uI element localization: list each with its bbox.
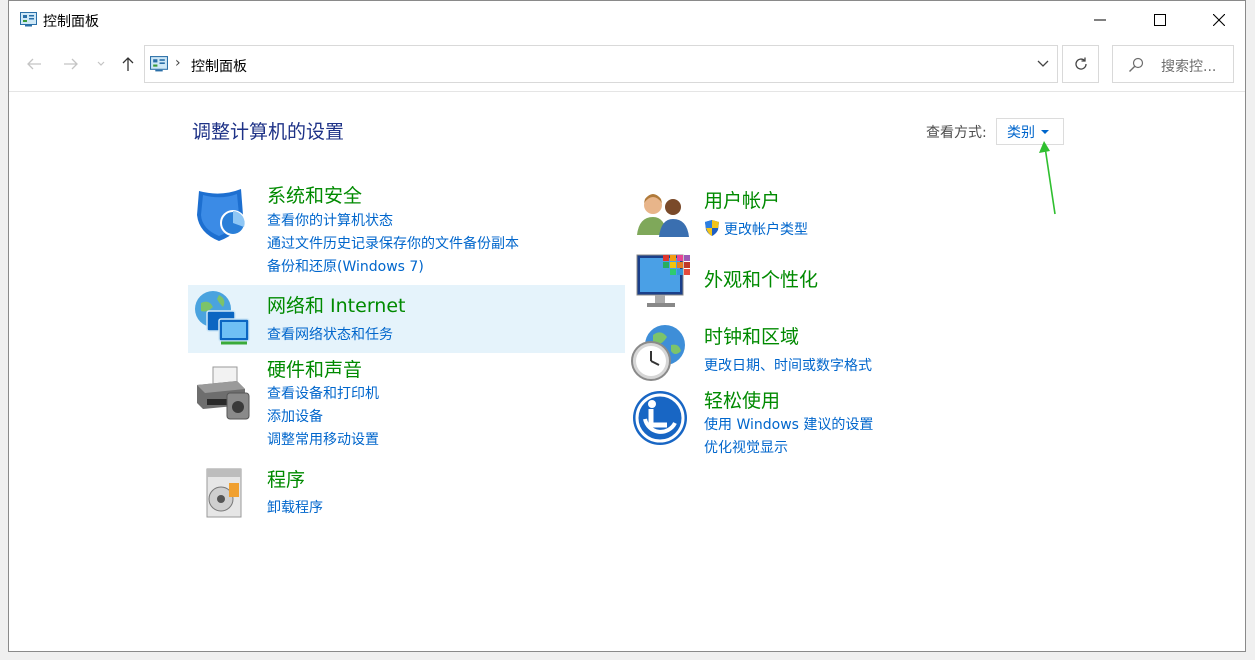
link-add-device[interactable]: 添加设备 bbox=[267, 406, 323, 426]
arrow-up-icon bbox=[122, 57, 134, 71]
link-optimize-visual-display[interactable]: 优化视觉显示 bbox=[704, 437, 788, 457]
minimize-icon bbox=[1094, 19, 1106, 21]
link-windows-recommended-settings[interactable]: 使用 Windows 建议的设置 bbox=[704, 414, 873, 434]
address-dropdown-button[interactable] bbox=[1029, 46, 1057, 82]
clock-globe-icon bbox=[631, 325, 685, 381]
category-programs[interactable]: 程序 bbox=[267, 465, 305, 492]
annotation-arrow bbox=[1039, 141, 1056, 215]
link-change-account-type[interactable]: 更改帐户类型 bbox=[724, 219, 808, 239]
recent-locations-button[interactable] bbox=[93, 51, 109, 77]
link-view-computer-status[interactable]: 查看你的计算机状态 bbox=[267, 210, 393, 230]
uac-shield-icon bbox=[705, 220, 719, 236]
search-box[interactable]: 搜索控... bbox=[1112, 45, 1234, 83]
link-network-status[interactable]: 查看网络状态和任务 bbox=[267, 324, 393, 344]
category-user-accounts[interactable]: 用户帐户 bbox=[704, 186, 780, 213]
navigation-bar: › 控制面板 搜索控... bbox=[9, 39, 1245, 91]
programs-icon bbox=[206, 468, 242, 518]
title-bar[interactable]: 控制面板 bbox=[9, 1, 1245, 39]
breadcrumb-control-panel[interactable]: 控制面板 bbox=[191, 56, 247, 76]
view-by-label: 查看方式: bbox=[926, 125, 987, 141]
category-ease-of-access[interactable]: 轻松使用 bbox=[704, 386, 780, 413]
hover-highlight bbox=[188, 285, 625, 353]
search-placeholder: 搜索控... bbox=[1161, 59, 1217, 75]
chevron-down-icon bbox=[1037, 60, 1049, 67]
category-hardware-sound[interactable]: 硬件和声音 bbox=[267, 355, 362, 382]
link-uninstall-program[interactable]: 卸载程序 bbox=[267, 497, 323, 517]
breadcrumb-separator[interactable]: › bbox=[175, 55, 181, 71]
forward-button[interactable] bbox=[58, 51, 84, 77]
search-icon bbox=[1129, 57, 1144, 72]
maximize-icon bbox=[1154, 14, 1166, 26]
window-title: 控制面板 bbox=[43, 14, 99, 30]
close-icon bbox=[1213, 14, 1225, 26]
arrow-left-icon bbox=[27, 58, 41, 70]
control-panel-window: 控制面板 › 控制面板 搜索控... 调整计算机的设置 查看方式: 类别 系统和… bbox=[8, 0, 1246, 652]
up-button[interactable] bbox=[115, 51, 141, 77]
caret-down-icon bbox=[1041, 129, 1049, 134]
category-system-security[interactable]: 系统和安全 bbox=[267, 181, 362, 208]
control-panel-icon bbox=[20, 12, 37, 27]
ease-of-access-icon bbox=[633, 391, 687, 445]
page-title: 调整计算机的设置 bbox=[192, 121, 345, 143]
category-clock-region[interactable]: 时钟和区域 bbox=[704, 322, 799, 349]
maximize-button[interactable] bbox=[1130, 1, 1190, 39]
divider bbox=[9, 91, 1245, 92]
link-mobility-settings[interactable]: 调整常用移动设置 bbox=[267, 429, 379, 449]
refresh-icon bbox=[1074, 57, 1087, 70]
link-devices-printers[interactable]: 查看设备和打印机 bbox=[267, 383, 379, 403]
chevron-down-icon bbox=[97, 61, 105, 66]
link-change-date-time-format[interactable]: 更改日期、时间或数字格式 bbox=[704, 355, 872, 375]
refresh-button[interactable] bbox=[1062, 45, 1099, 83]
close-button[interactable] bbox=[1189, 1, 1249, 39]
control-panel-icon bbox=[150, 56, 168, 72]
shield-icon bbox=[197, 189, 246, 241]
category-network-internet[interactable]: 网络和 Internet bbox=[267, 291, 405, 318]
arrow-right-icon bbox=[64, 58, 78, 70]
back-button[interactable] bbox=[21, 51, 47, 77]
appearance-monitor-icon bbox=[636, 254, 690, 307]
link-backup-restore[interactable]: 备份和还原(Windows 7) bbox=[267, 256, 424, 276]
printer-speaker-icon bbox=[197, 366, 250, 420]
network-globe-icon bbox=[195, 291, 250, 345]
user-accounts-icon bbox=[637, 194, 689, 237]
category-appearance-personalization[interactable]: 外观和个性化 bbox=[704, 265, 818, 292]
minimize-button[interactable] bbox=[1070, 1, 1130, 39]
link-file-history-backup[interactable]: 通过文件历史记录保存你的文件备份副本 bbox=[267, 233, 519, 253]
address-bar[interactable]: › 控制面板 bbox=[144, 45, 1058, 83]
